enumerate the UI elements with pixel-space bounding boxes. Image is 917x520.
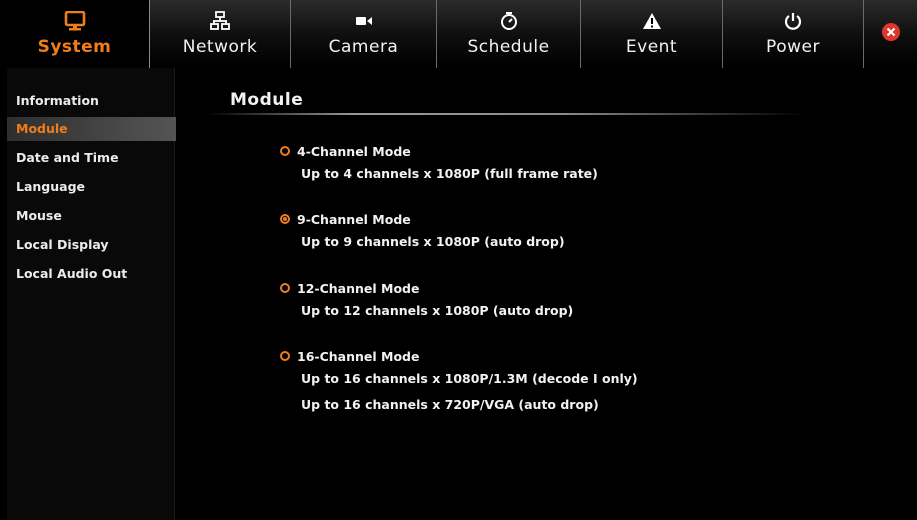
tab-label: Event [625, 37, 678, 57]
mode-label: 16-Channel Mode [297, 348, 420, 364]
power-icon [783, 11, 803, 31]
sidebar-item-date-and-time[interactable]: Date and Time [7, 146, 187, 170]
sidebar-item-local-audio-out[interactable]: Local Audio Out [7, 262, 187, 286]
sidebar-item-language[interactable]: Language [7, 175, 187, 199]
main-content: Module 4-Channel Mode Up to 4 channels x… [176, 68, 917, 520]
mode-label: 12-Channel Mode [297, 280, 420, 296]
tab-label: Camera [328, 37, 399, 57]
sidebar-item-module[interactable]: Module [7, 117, 191, 141]
mode-radio-row[interactable]: 4-Channel Mode [280, 141, 598, 161]
top-navigation: System Network Camera Schedule Event Pow… [0, 0, 917, 68]
mode-label: 9-Channel Mode [297, 211, 411, 227]
mode-option-9-channel: 9-Channel Mode Up to 9 channels x 1080P … [280, 209, 565, 255]
mode-option-12-channel: 12-Channel Mode Up to 12 channels x 1080… [280, 278, 573, 324]
mode-description: Up to 16 channels x 720P/VGA (auto drop) [301, 397, 599, 412]
title-divider [206, 113, 806, 115]
page-title: Module [230, 90, 304, 110]
tab-power[interactable]: Power [723, 0, 864, 68]
mode-label: 4-Channel Mode [297, 143, 411, 159]
mode-description: Up to 4 channels x 1080P (full frame rat… [301, 166, 598, 181]
tab-label: Network [182, 37, 258, 57]
sidebar-item-information[interactable]: Information [7, 89, 187, 113]
tab-system[interactable]: System [0, 0, 150, 68]
radio-button[interactable] [280, 351, 290, 361]
mode-option-16-channel: 16-Channel Mode Up to 16 channels x 1080… [280, 346, 638, 418]
radio-button-selected[interactable] [280, 214, 290, 224]
radio-button[interactable] [280, 146, 290, 156]
mode-radio-row[interactable]: 16-Channel Mode [280, 346, 638, 366]
tab-camera[interactable]: Camera [291, 0, 437, 68]
mode-description: Up to 16 channels x 1080P/1.3M (decode I… [301, 371, 638, 386]
mode-description: Up to 9 channels x 1080P (auto drop) [301, 234, 565, 249]
tab-event[interactable]: Event [581, 0, 723, 68]
mode-option-4-channel: 4-Channel Mode Up to 4 channels x 1080P … [280, 141, 598, 187]
network-icon [210, 11, 230, 31]
tab-schedule[interactable]: Schedule [437, 0, 581, 68]
close-button[interactable] [864, 0, 917, 68]
warning-icon [642, 11, 662, 31]
sidebar-item-mouse[interactable]: Mouse [7, 204, 187, 228]
mode-radio-row[interactable]: 9-Channel Mode [280, 209, 565, 229]
tab-label: Schedule [467, 37, 550, 57]
tab-label: System [37, 37, 112, 57]
monitor-icon [64, 11, 86, 31]
tab-network[interactable]: Network [150, 0, 291, 68]
mode-description: Up to 12 channels x 1080P (auto drop) [301, 303, 574, 318]
camera-icon [354, 11, 374, 31]
sidebar-item-local-display[interactable]: Local Display [7, 233, 187, 257]
clock-icon [499, 11, 519, 31]
tab-label: Power [766, 37, 820, 57]
mode-radio-row[interactable]: 12-Channel Mode [280, 278, 573, 298]
sidebar: Information Module Date and Time Languag… [7, 68, 191, 520]
radio-button[interactable] [280, 283, 290, 293]
close-icon [881, 22, 901, 46]
